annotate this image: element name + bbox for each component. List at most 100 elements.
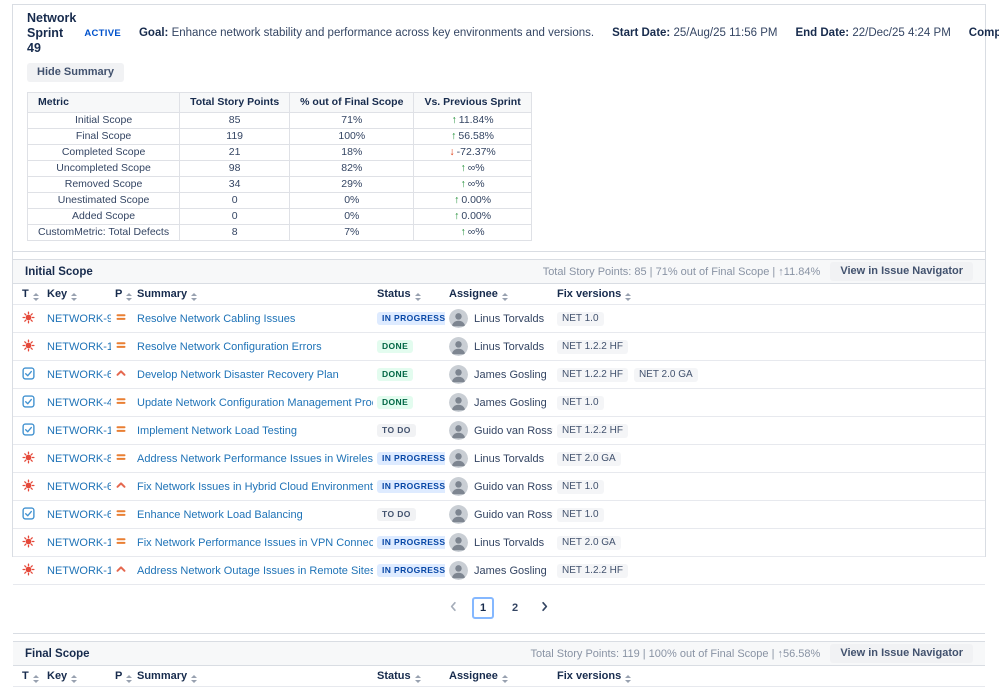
metric-total-story-points: 34 [180, 177, 290, 193]
issue-row: NETWORK-61 Fix Network Issues in Hybrid … [13, 473, 985, 501]
issue-key-link[interactable]: NETWORK-60 [47, 369, 111, 381]
trend-arrow-icon: ↑ [461, 178, 466, 190]
issue-summary-link[interactable]: Develop Network Disaster Recovery Plan [137, 369, 339, 381]
task-check-icon [22, 423, 35, 436]
assignee-name: Linus Torvalds [474, 313, 544, 325]
column-header-key[interactable]: Key [43, 284, 111, 305]
person-avatar-icon [449, 309, 468, 328]
sort-icon [625, 293, 631, 301]
fix-version-lozenge: NET 1.0 [557, 312, 604, 326]
issue-row: NETWORK-81 Address Network Performance I… [13, 445, 985, 473]
fix-version-lozenge: NET 1.2.2 HF [557, 564, 628, 578]
assignee-name: Linus Torvalds [474, 453, 544, 465]
issue-key-link[interactable]: NETWORK-99 [47, 313, 111, 325]
column-header-t[interactable]: T [13, 666, 43, 687]
metric-percent-of-final-scope: 0% [290, 193, 414, 209]
fix-versions-cell: NET 1.0 [553, 389, 985, 417]
trend-arrow-icon: ↑ [451, 130, 456, 142]
metric-total-story-points: 98 [180, 161, 290, 177]
trend-arrow-icon: ↑ [454, 194, 459, 206]
sprint-summary: Network Sprint 49 ACTIVE Goal: Enhance n… [13, 5, 985, 252]
issue-key-link[interactable]: NETWORK-100 [47, 425, 111, 437]
section-title: Final Scope [25, 648, 90, 660]
page-button-1[interactable]: 1 [472, 597, 494, 619]
column-header-summary[interactable]: Summary [133, 284, 373, 305]
issue-summary-link[interactable]: Resolve Network Configuration Errors [137, 341, 322, 353]
issue-table-body: NETWORK-99 Resolve Network Cabling Issue… [13, 305, 985, 585]
issue-summary-link[interactable]: Address Network Performance Issues in Wi… [137, 453, 373, 465]
issue-key-link[interactable]: NETWORK-61 [47, 481, 111, 493]
page-button-2[interactable]: 2 [504, 597, 526, 619]
bug-icon [22, 563, 35, 576]
sort-icon [126, 293, 132, 301]
issue-summary-link[interactable]: Fix Network Issues in Hybrid Cloud Envir… [137, 481, 373, 493]
metric-percent-of-final-scope: 7% [290, 225, 414, 241]
bug-icon [22, 451, 35, 464]
trend-arrow-icon: ↑ [461, 162, 466, 174]
column-header-status[interactable]: Status [373, 284, 445, 305]
fix-versions-cell: NET 2.0 GA [553, 529, 985, 557]
sort-icon [625, 675, 631, 683]
issue-key-link[interactable]: NETWORK-11 [47, 537, 111, 549]
issue-key-link[interactable]: NETWORK-16 [47, 565, 111, 577]
column-label: Status [377, 670, 411, 682]
assignee-name: Guido van Rossum [474, 509, 553, 521]
status-badge: DONE [377, 396, 413, 409]
sort-icon [126, 675, 132, 683]
column-header-p[interactable]: P [111, 666, 133, 687]
view-in-issue-navigator-button[interactable]: View in Issue Navigator [830, 262, 973, 281]
fix-version-lozenge: NET 2.0 GA [634, 368, 698, 382]
issue-key-link[interactable]: NETWORK-103 [47, 341, 111, 353]
metric-row: Completed Scope 21 18% ↓-72.37% [28, 145, 532, 161]
column-header-assignee[interactable]: Assignee [445, 666, 553, 687]
sort-icon [502, 293, 508, 301]
person-avatar-icon [449, 505, 468, 524]
column-header-assignee[interactable]: Assignee [445, 284, 553, 305]
task-check-icon [22, 395, 35, 408]
column-label: T [22, 670, 29, 682]
column-header-t[interactable]: T [13, 284, 43, 305]
next-page-button[interactable] [536, 598, 553, 618]
sort-icon [33, 675, 39, 683]
sort-icon [415, 675, 421, 683]
person-avatar-icon [449, 365, 468, 384]
previous-page-button[interactable] [445, 598, 462, 618]
issue-summary-link[interactable]: Resolve Network Cabling Issues [137, 313, 295, 325]
issue-key-link[interactable]: NETWORK-44 [47, 397, 111, 409]
column-header-key[interactable]: Key [43, 666, 111, 687]
issue-summary-link[interactable]: Fix Network Performance Issues in VPN Co… [137, 537, 373, 549]
sort-icon [71, 675, 77, 683]
trend-value: -72.37% [457, 146, 496, 158]
issue-summary-link[interactable]: Enhance Network Load Balancing [137, 509, 303, 521]
fix-versions-cell: NET 1.0 [553, 501, 985, 529]
metric-row: Removed Scope 34 29% ↑∞% [28, 177, 532, 193]
issue-summary-link[interactable]: Address Network Outage Issues in Remote … [137, 565, 373, 577]
assignee-name: Linus Torvalds [474, 341, 544, 353]
sort-icon [191, 293, 197, 301]
issue-key-link[interactable]: NETWORK-81 [47, 453, 111, 465]
trend-arrow-icon: ↑ [461, 226, 466, 238]
issue-summary-link[interactable]: Update Network Configuration Management … [137, 397, 373, 409]
priority-medium-equals-icon [115, 423, 127, 435]
status-badge: TO DO [377, 508, 416, 521]
metrics-col-total-story-points: Total Story Points [180, 93, 290, 113]
issue-summary-link[interactable]: Implement Network Load Testing [137, 425, 297, 437]
issue-key-link[interactable]: NETWORK-62 [47, 509, 111, 521]
column-header-status[interactable]: Status [373, 666, 445, 687]
metric-percent-of-final-scope: 29% [290, 177, 414, 193]
column-header-summary[interactable]: Summary [133, 666, 373, 687]
hide-summary-button[interactable]: Hide Summary [27, 63, 124, 82]
bug-icon [22, 311, 35, 324]
metric-name: Added Scope [28, 209, 180, 225]
view-in-issue-navigator-button[interactable]: View in Issue Navigator [830, 644, 973, 663]
column-header-fix-versions[interactable]: Fix versions [553, 666, 985, 687]
issue-row: NETWORK-44 Update Network Configuration … [13, 389, 985, 417]
metrics-col-pct-final-scope: % out of Final Scope [290, 93, 414, 113]
task-check-icon [22, 507, 35, 520]
column-header-p[interactable]: P [111, 284, 133, 305]
assignee-name: James Gosling [474, 565, 547, 577]
metric-name: Initial Scope [28, 113, 180, 129]
metric-name: Unestimated Scope [28, 193, 180, 209]
fix-version-lozenge: NET 1.0 [557, 396, 604, 410]
column-header-fix-versions[interactable]: Fix versions [553, 284, 985, 305]
